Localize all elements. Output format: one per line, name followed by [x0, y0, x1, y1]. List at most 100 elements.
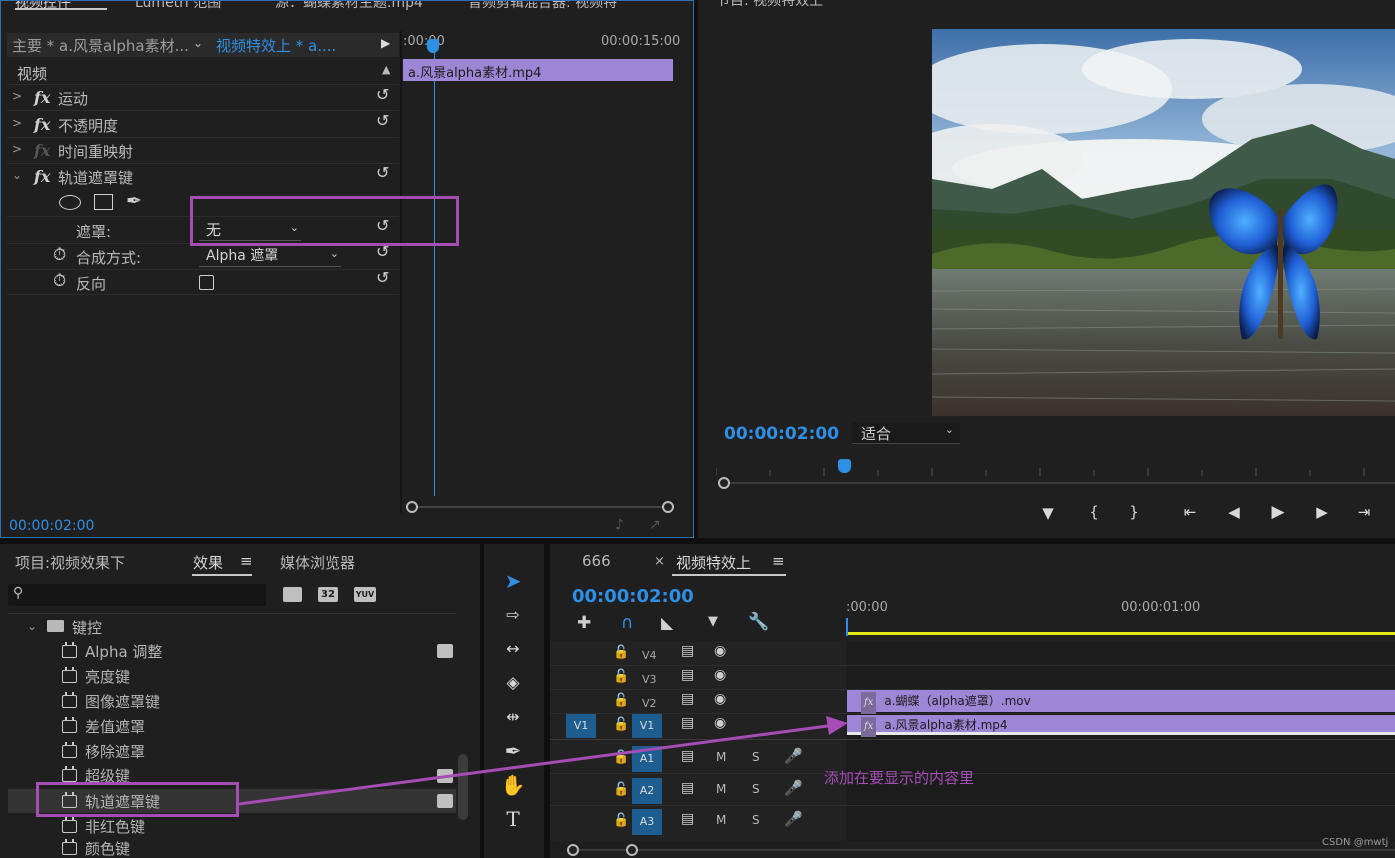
reset-icon[interactable]: ↺: [376, 87, 392, 103]
effect-item[interactable]: 颜色键: [62, 838, 130, 858]
rectangle-mask-icon[interactable]: [94, 194, 113, 210]
solo-button[interactable]: S: [752, 750, 760, 764]
master-clip-label[interactable]: 主要 * a.风景alpha素材...: [12, 35, 189, 56]
lock-icon[interactable]: 🔓: [613, 717, 629, 732]
chevron-down-icon[interactable]: ⌄: [193, 36, 203, 50]
program-zoom-bar[interactable]: [719, 482, 1395, 484]
expand-chevron-icon[interactable]: >: [12, 116, 22, 130]
track-a3-target[interactable]: A3: [632, 809, 662, 835]
sequence-clip-label[interactable]: 视频特效上 * a....: [216, 35, 336, 56]
folder-keying-label[interactable]: 键控: [72, 617, 102, 638]
solo-button[interactable]: S: [752, 813, 760, 827]
sync-lock-icon[interactable]: ▤: [681, 780, 694, 796]
selection-tool-icon[interactable]: ➤: [498, 566, 528, 596]
tab-project[interactable]: 项目:视频效果下: [15, 552, 125, 573]
slip-tool-icon[interactable]: ⇹: [498, 702, 528, 732]
reset-icon[interactable]: ↺: [376, 244, 392, 260]
ripple-edit-tool-icon[interactable]: ↔: [498, 634, 528, 664]
zoom-scrollbar[interactable]: [406, 501, 674, 513]
track-select-tool-icon[interactable]: ⇨: [498, 600, 528, 630]
program-timecode[interactable]: 00:00:02:00: [724, 424, 839, 444]
clip-v1-landscape[interactable]: fx a.风景alpha素材.mp4: [847, 715, 1395, 737]
audio-export-icon[interactable]: ♪: [615, 517, 624, 533]
track-a2-target[interactable]: A2: [632, 778, 662, 804]
fx-opacity-icon[interactable]: fx: [34, 115, 50, 134]
tab-sequence-666[interactable]: 666: [582, 552, 611, 570]
search-input[interactable]: ⚲: [8, 584, 266, 606]
program-monitor-title[interactable]: 节目: 视频特效上: [716, 0, 823, 10]
nest-toggle-icon[interactable]: ✚: [577, 613, 591, 633]
pen-mask-icon[interactable]: ✒: [126, 190, 142, 212]
timeline-zoom-bar[interactable]: [574, 849, 1395, 851]
effects-scrollbar[interactable]: [458, 754, 468, 820]
tab-source[interactable]: 源：蝴蝶素材主题.mp4: [275, 1, 423, 11]
mute-button[interactable]: M: [716, 750, 726, 764]
hand-tool-icon[interactable]: ✋: [498, 770, 528, 800]
eye-icon[interactable]: ◉: [714, 691, 726, 707]
accelerated-effects-icon[interactable]: [283, 587, 302, 602]
effect-item[interactable]: 亮度键: [62, 664, 130, 688]
stopwatch-icon[interactable]: ⏱: [53, 245, 66, 265]
eye-icon[interactable]: ◉: [714, 643, 726, 659]
expand-chevron-icon[interactable]: >: [12, 89, 22, 103]
32bit-effects-icon[interactable]: 32: [318, 587, 338, 602]
timeline-zoom-handle-left[interactable]: [567, 844, 579, 856]
source-patch-v1[interactable]: V1: [566, 714, 596, 738]
eye-icon[interactable]: ◉: [714, 667, 726, 683]
fx-track-matte-icon[interactable]: fx: [34, 167, 50, 186]
lock-icon[interactable]: 🔓: [613, 750, 629, 765]
panel-separator[interactable]: [0, 538, 1395, 544]
solo-button[interactable]: S: [752, 782, 760, 796]
reset-icon[interactable]: ↺: [376, 113, 392, 129]
pen-tool-icon[interactable]: ✒: [498, 736, 528, 766]
tab-lumetri-scopes[interactable]: Lumetri 范围: [135, 1, 221, 11]
tab-media-browser[interactable]: 媒体浏览器: [280, 552, 355, 573]
track-v2-label[interactable]: V2: [642, 697, 657, 710]
timeline-timecode[interactable]: 00:00:02:00: [572, 586, 694, 607]
reset-icon[interactable]: ↺: [376, 165, 392, 181]
scroll-handle-left[interactable]: [406, 501, 418, 513]
mini-clip-bar[interactable]: a.风景alpha素材.mp4: [403, 59, 673, 81]
lock-icon[interactable]: 🔓: [613, 645, 629, 660]
step-back-icon[interactable]: ◀: [1223, 503, 1245, 521]
play-icon[interactable]: ▶: [1267, 502, 1289, 522]
composite-dropdown[interactable]: Alpha 遮罩 ⌄: [199, 245, 341, 267]
mute-button[interactable]: M: [716, 782, 726, 796]
lock-icon[interactable]: 🔓: [613, 693, 629, 708]
mark-in-icon[interactable]: {: [1083, 503, 1105, 521]
track-v1-target[interactable]: V1: [632, 714, 662, 738]
effect-controls-timecode[interactable]: 00:00:02:00: [9, 518, 94, 534]
type-tool-icon[interactable]: T: [498, 804, 528, 834]
mark-out-icon[interactable]: }: [1123, 503, 1145, 521]
fx-time-remap-icon[interactable]: fx: [34, 141, 50, 160]
tab-sequence-active[interactable]: 视频特效上: [676, 552, 751, 573]
add-marker-icon[interactable]: ▼: [708, 614, 718, 629]
go-to-out-icon[interactable]: ⇥: [1353, 503, 1375, 521]
ellipse-mask-icon[interactable]: [59, 195, 81, 210]
panel-separator[interactable]: [480, 544, 484, 858]
add-marker-icon[interactable]: ▼: [1037, 504, 1059, 522]
linked-selection-icon[interactable]: ◣: [661, 613, 673, 632]
mute-button[interactable]: M: [716, 813, 726, 827]
fit-dropdown[interactable]: 适合 ⌄: [852, 422, 960, 444]
share-icon[interactable]: ↗: [649, 517, 661, 533]
track-v4-label[interactable]: V4: [642, 649, 657, 662]
expand-chevron-icon[interactable]: >: [12, 142, 22, 156]
razor-tool-icon[interactable]: ◈: [498, 668, 528, 698]
collapse-chevron-icon[interactable]: ⌄: [27, 619, 37, 633]
effect-item[interactable]: 移除遮罩: [62, 739, 145, 763]
play-only-icon[interactable]: ▶: [381, 36, 390, 50]
panel-separator[interactable]: [694, 0, 698, 544]
panel-separator[interactable]: [544, 544, 550, 858]
fx-motion-icon[interactable]: fx: [34, 88, 50, 107]
sync-lock-icon[interactable]: ▤: [681, 715, 694, 731]
yuv-effects-icon[interactable]: YUV: [354, 587, 376, 602]
go-to-in-icon[interactable]: ⇤: [1179, 503, 1201, 521]
panel-menu-icon[interactable]: ≡: [240, 552, 253, 570]
sync-lock-icon[interactable]: ▤: [681, 667, 694, 683]
sync-lock-icon[interactable]: ▤: [681, 748, 694, 764]
microphone-icon[interactable]: 🎤: [784, 747, 803, 765]
microphone-icon[interactable]: 🎤: [784, 779, 803, 797]
collapse-up-icon[interactable]: ▲: [382, 63, 390, 76]
program-scrub-ruler[interactable]: [715, 460, 1395, 476]
